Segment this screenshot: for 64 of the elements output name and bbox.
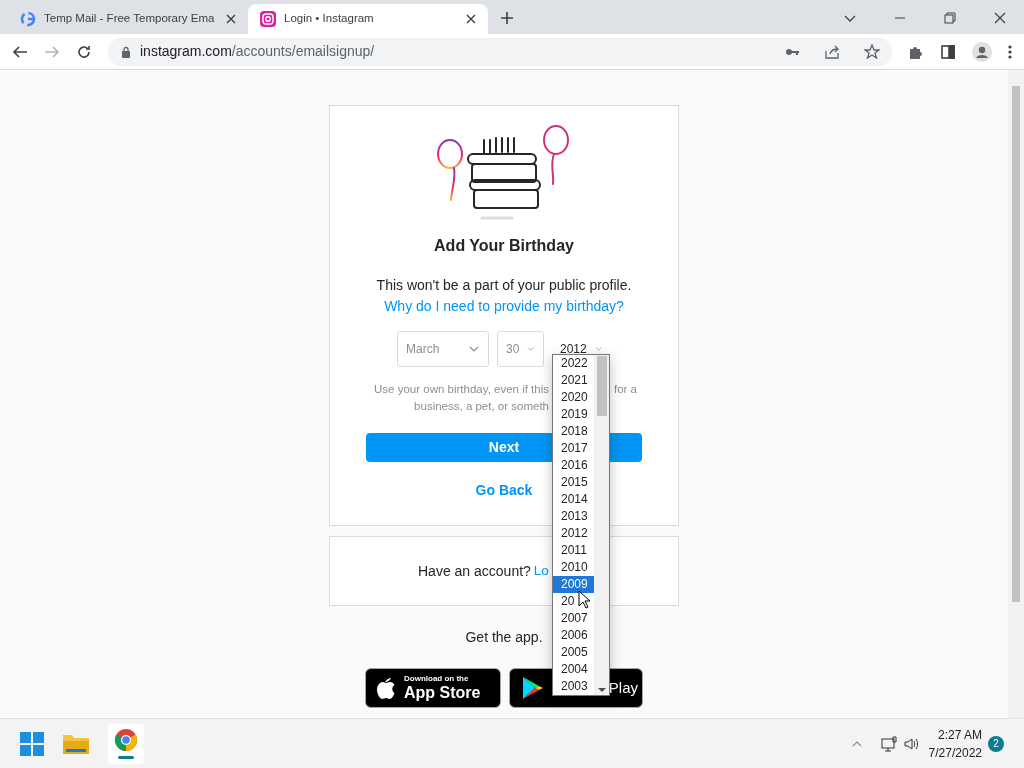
volume-icon[interactable] [902, 735, 919, 752]
address-bar[interactable]: instagram.com/accounts/emailsignup/ [108, 37, 892, 66]
year-option[interactable]: 2014 [553, 491, 594, 508]
scrollbar[interactable] [1008, 70, 1024, 718]
browser-tab[interactable]: Temp Mail - Free Temporary Ema [8, 4, 248, 34]
new-tab-icon[interactable] [500, 11, 514, 25]
badge-large-text: Play [608, 677, 638, 698]
clock-date: 7/27/2022 [928, 744, 982, 762]
reload-icon[interactable] [76, 43, 92, 60]
clock-time: 2:27 AM [937, 726, 982, 744]
instagram-icon [260, 11, 276, 27]
close-icon[interactable] [226, 14, 236, 24]
chrome-taskbar-button[interactable] [108, 723, 144, 764]
back-icon[interactable] [12, 43, 28, 60]
year-option[interactable]: 2020 [553, 389, 594, 406]
badge-large-text: App Store [404, 685, 481, 701]
apple-icon [374, 675, 396, 701]
subtitle: This won't be a part of your public profile. [376, 276, 632, 295]
year-option[interactable]: 2011 [553, 542, 594, 559]
tab-title: Login • Instagram [284, 11, 375, 27]
year-option[interactable]: 2019 [553, 406, 594, 423]
close-icon[interactable] [466, 14, 476, 24]
share-icon[interactable] [824, 43, 840, 60]
menu-icon[interactable] [1008, 43, 1012, 60]
year-option[interactable]: 2003 [553, 678, 594, 695]
year-option[interactable]: 2012 [553, 525, 594, 542]
lock-icon [120, 45, 132, 58]
close-icon[interactable] [994, 12, 1006, 24]
dropdown-scrollbar[interactable] [594, 355, 609, 695]
hint-text: Use your own birthday, even if this [374, 382, 549, 397]
year-option[interactable]: 2006 [553, 627, 594, 644]
year-option[interactable]: 2013 [553, 508, 594, 525]
year-option[interactable]: 2010 [553, 559, 594, 576]
notification-badge[interactable]: 2 [988, 735, 1004, 752]
year-option[interactable]: 2022 [553, 355, 594, 372]
network-icon[interactable] [880, 735, 897, 752]
year-option[interactable]: 20 [553, 593, 594, 610]
profile-icon[interactable] [972, 41, 992, 62]
badge-small-text: Download on the [404, 675, 470, 683]
mouse-cursor-icon [578, 590, 590, 609]
scrollbar-thumb[interactable] [1012, 86, 1020, 602]
scrollbar-thumb[interactable] [596, 356, 607, 416]
year-option[interactable]: 2009 [553, 576, 594, 593]
windows-start-icon[interactable] [20, 731, 44, 756]
login-prompt: Have an account? [418, 561, 531, 581]
restore-icon[interactable] [944, 12, 956, 24]
year-option[interactable]: 2017 [553, 440, 594, 457]
play-icon [522, 676, 544, 700]
year-option[interactable]: 2021 [553, 372, 594, 389]
tab-title: Temp Mail - Free Temporary Ema [44, 11, 216, 27]
url-text: instagram.com/accounts/emailsignup/ [140, 42, 376, 61]
scroll-down-icon[interactable] [597, 688, 606, 692]
year-option[interactable]: 2007 [553, 610, 594, 627]
card-title: Add Your Birthday [434, 236, 574, 256]
hint-text: for a [614, 382, 637, 397]
star-icon[interactable] [864, 43, 880, 60]
app-store-badge[interactable]: Download on the App Store [365, 668, 501, 708]
chrome-icon [114, 728, 138, 752]
hint-text: business, a pet, or someth [414, 399, 549, 414]
browser-tab[interactable]: Login • Instagram [248, 4, 488, 34]
side-panel-icon[interactable] [940, 43, 956, 60]
get-app-text: Get the app. [465, 628, 543, 647]
year-option[interactable]: 2005 [553, 644, 594, 661]
year-option[interactable]: 2015 [553, 474, 594, 491]
